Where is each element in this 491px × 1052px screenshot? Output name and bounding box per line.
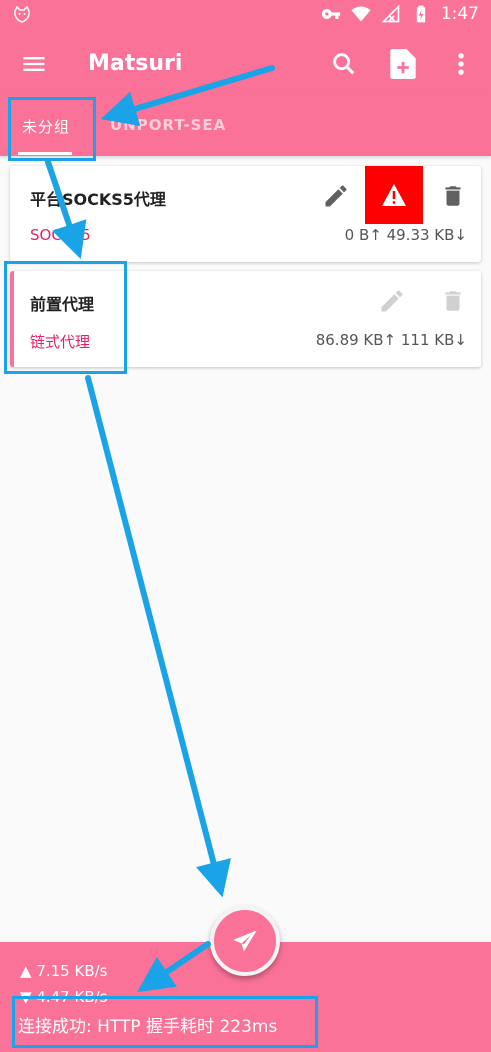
delete-icon[interactable] [440, 182, 466, 210]
connect-fab[interactable] [210, 906, 280, 976]
search-icon[interactable] [330, 50, 358, 78]
edit-icon[interactable] [322, 182, 350, 210]
clock: 1:47 [440, 4, 479, 24]
profile-name: 平台SOCKS5代理 [30, 190, 166, 209]
annotation-box-status [12, 996, 318, 1048]
annotation-box-card [4, 261, 127, 374]
send-icon [233, 930, 257, 952]
battery-charging-icon [416, 5, 425, 23]
more-vert-icon[interactable] [452, 50, 470, 78]
cat-icon [14, 5, 30, 23]
upload-speed: ▲ 7.15 KB/s [20, 962, 108, 980]
annotation-box-tab [8, 97, 96, 161]
status-bar: 1:47 [0, 0, 491, 32]
warning-button[interactable] [365, 166, 423, 224]
edit-icon[interactable] [378, 287, 406, 315]
profile-card[interactable]: 平台SOCKS5代理 SOCKS5 0 B↑ 49.33 KB↓ [10, 166, 481, 262]
menu-icon[interactable] [20, 50, 48, 78]
delete-icon[interactable] [440, 287, 466, 315]
signal-off-icon [381, 4, 400, 23]
vpn-key-icon [321, 9, 340, 19]
upload-speed-value: 7.15 KB/s [36, 962, 108, 980]
app-bar: Matsuri [0, 32, 491, 96]
profile-traffic: 86.89 KB↑ 111 KB↓ [315, 331, 467, 349]
tab-unport-sea[interactable]: UNPORT-SEA [110, 116, 226, 134]
profile-traffic: 0 B↑ 49.33 KB↓ [344, 226, 467, 244]
add-file-icon[interactable] [390, 49, 416, 79]
profile-type: SOCKS5 [30, 226, 91, 244]
app-title: Matsuri [88, 51, 183, 76]
app-root: 1:47 Matsuri 未分组 UNPORT-SEA 平台SOCKS5代理 S… [0, 0, 491, 1052]
wifi-icon [351, 6, 371, 22]
warning-icon [382, 184, 406, 206]
